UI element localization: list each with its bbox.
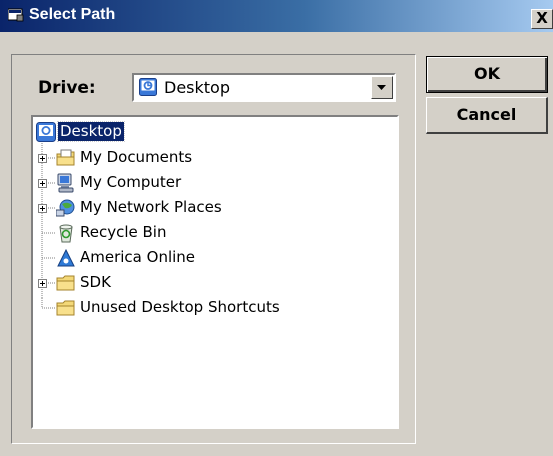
tree-item-label: America Online [80,248,196,266]
expand-toggle-my-documents[interactable] [38,154,47,163]
expand-toggle-my-computer[interactable] [38,179,47,188]
tree-item-label: Desktop [57,121,125,142]
computer-icon [57,173,74,193]
title-bar[interactable]: Select Path X [0,0,553,32]
recycle-bin-icon [59,224,73,243]
documents-folder-icon [56,149,75,166]
tree-item-desktop[interactable]: Desktop [36,121,376,143]
desktop-icon [36,122,56,142]
tree-item-label: Unused Desktop Shortcuts [80,298,280,316]
expand-toggle-sdk[interactable] [38,279,47,288]
desktop-icon [139,78,157,96]
tree-item-label: My Computer [80,173,182,191]
tree-item-label: My Network Places [80,198,222,216]
folder-icon [56,300,75,316]
close-button[interactable]: X [531,9,553,29]
expand-toggle-my-network-places[interactable] [38,204,47,213]
tree-item-label: SDK [80,273,111,291]
cancel-button[interactable]: Cancel [426,97,548,134]
tree-item-my-documents[interactable]: My Documents [56,147,356,169]
drive-dropdown-button[interactable] [371,76,393,99]
aol-icon [57,248,75,267]
drive-select[interactable]: Desktop [132,73,396,102]
tree-item-america-online[interactable]: America Online [56,247,356,269]
drive-selected-value: Desktop [164,78,230,97]
folder-icon [56,275,75,291]
window-title: Select Path [29,6,116,23]
folder-tree[interactable]: Desktop My Documents My Computer My Netw… [31,115,399,429]
tree-item-label: Recycle Bin [80,223,167,241]
tree-item-sdk[interactable]: SDK [56,272,356,294]
tree-item-my-computer[interactable]: My Computer [56,172,356,194]
chevron-down-icon [377,85,386,90]
tree-item-unused-desktop-shortcuts[interactable]: Unused Desktop Shortcuts [56,297,376,319]
tree-item-label: My Documents [80,148,193,166]
network-places-icon [56,199,75,217]
window-icon [8,8,24,22]
drive-label: Drive: [38,78,96,98]
ok-button[interactable]: OK [426,56,548,93]
tree-item-recycle-bin[interactable]: Recycle Bin [56,222,356,244]
tree-item-my-network-places[interactable]: My Network Places [56,197,356,219]
